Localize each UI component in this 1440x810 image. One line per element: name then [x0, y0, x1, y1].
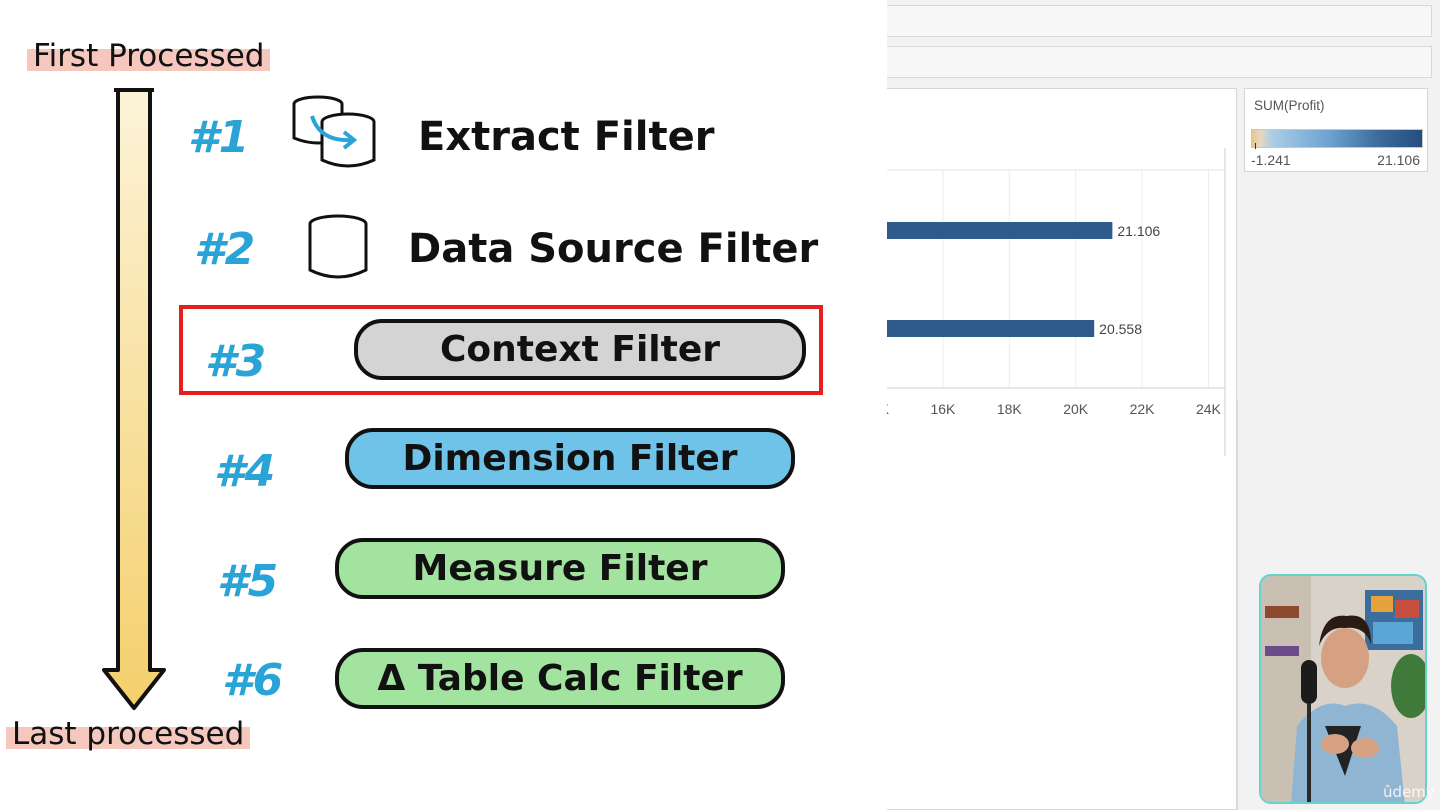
legend-color-ramp — [1251, 129, 1423, 148]
dimension-filter-pill: Dimension Filter — [345, 428, 795, 489]
columns-shelf[interactable] — [887, 5, 1432, 37]
step-6-label: Δ Table Calc Filter — [377, 658, 743, 699]
color-legend[interactable]: SUM(Profit) -1.241 21.106 — [1244, 88, 1428, 172]
x-tick-label: 16K — [930, 401, 956, 417]
step-2-number: #2 — [194, 224, 256, 275]
bar[interactable] — [887, 222, 1113, 239]
x-tick-label: 18K — [997, 401, 1023, 417]
bar-chart: K14K16K18K20K22K24K21.10620.558 — [887, 148, 1226, 456]
presenter-video — [1259, 574, 1427, 804]
context-filter-pill: Context Filter — [354, 319, 806, 380]
processing-order-arrow — [102, 88, 166, 710]
bar-data-label: 21.106 — [1117, 223, 1160, 239]
step-6-number: #6 — [222, 655, 284, 706]
step-1-number: #1 — [188, 112, 250, 163]
legend-max-label: 21.106 — [1377, 152, 1420, 168]
first-processed-label: First Processed — [27, 38, 271, 74]
x-tick-label: 22K — [1130, 401, 1156, 417]
x-tick-label: 24K — [1196, 401, 1222, 417]
step-3-label: Context Filter — [439, 329, 721, 370]
rows-shelf[interactable] — [887, 46, 1432, 78]
step-1-label: Extract Filter — [418, 114, 715, 160]
table-calc-filter-pill: Δ Table Calc Filter — [335, 648, 785, 709]
x-tick-label: 14K — [887, 401, 890, 417]
step-2-label: Data Source Filter — [408, 226, 819, 272]
step-3-number: #3 — [205, 336, 267, 387]
step-5-label: Measure Filter — [412, 548, 708, 589]
legend-zero-tick — [1255, 143, 1256, 149]
legend-title: SUM(Profit) — [1254, 98, 1325, 113]
bar[interactable] — [887, 320, 1095, 337]
legend-min-label: -1.241 — [1251, 152, 1291, 168]
pane-divider — [1237, 400, 1238, 810]
presenter-image — [1261, 576, 1425, 802]
step-4-number: #4 — [214, 446, 276, 497]
measure-filter-pill: Measure Filter — [335, 538, 785, 599]
last-processed-label: Last processed — [6, 716, 251, 752]
x-tick-label: 20K — [1063, 401, 1089, 417]
filter-order-slide: First Processed Last processed #1 Extrac… — [0, 0, 887, 810]
step-4-label: Dimension Filter — [402, 438, 738, 479]
bar-data-label: 20.558 — [1099, 321, 1142, 337]
step-5-number: #5 — [217, 556, 279, 607]
database-icon — [308, 214, 368, 279]
database-extract-icon — [292, 95, 376, 168]
udemy-watermark: ûdemy — [1383, 783, 1435, 801]
